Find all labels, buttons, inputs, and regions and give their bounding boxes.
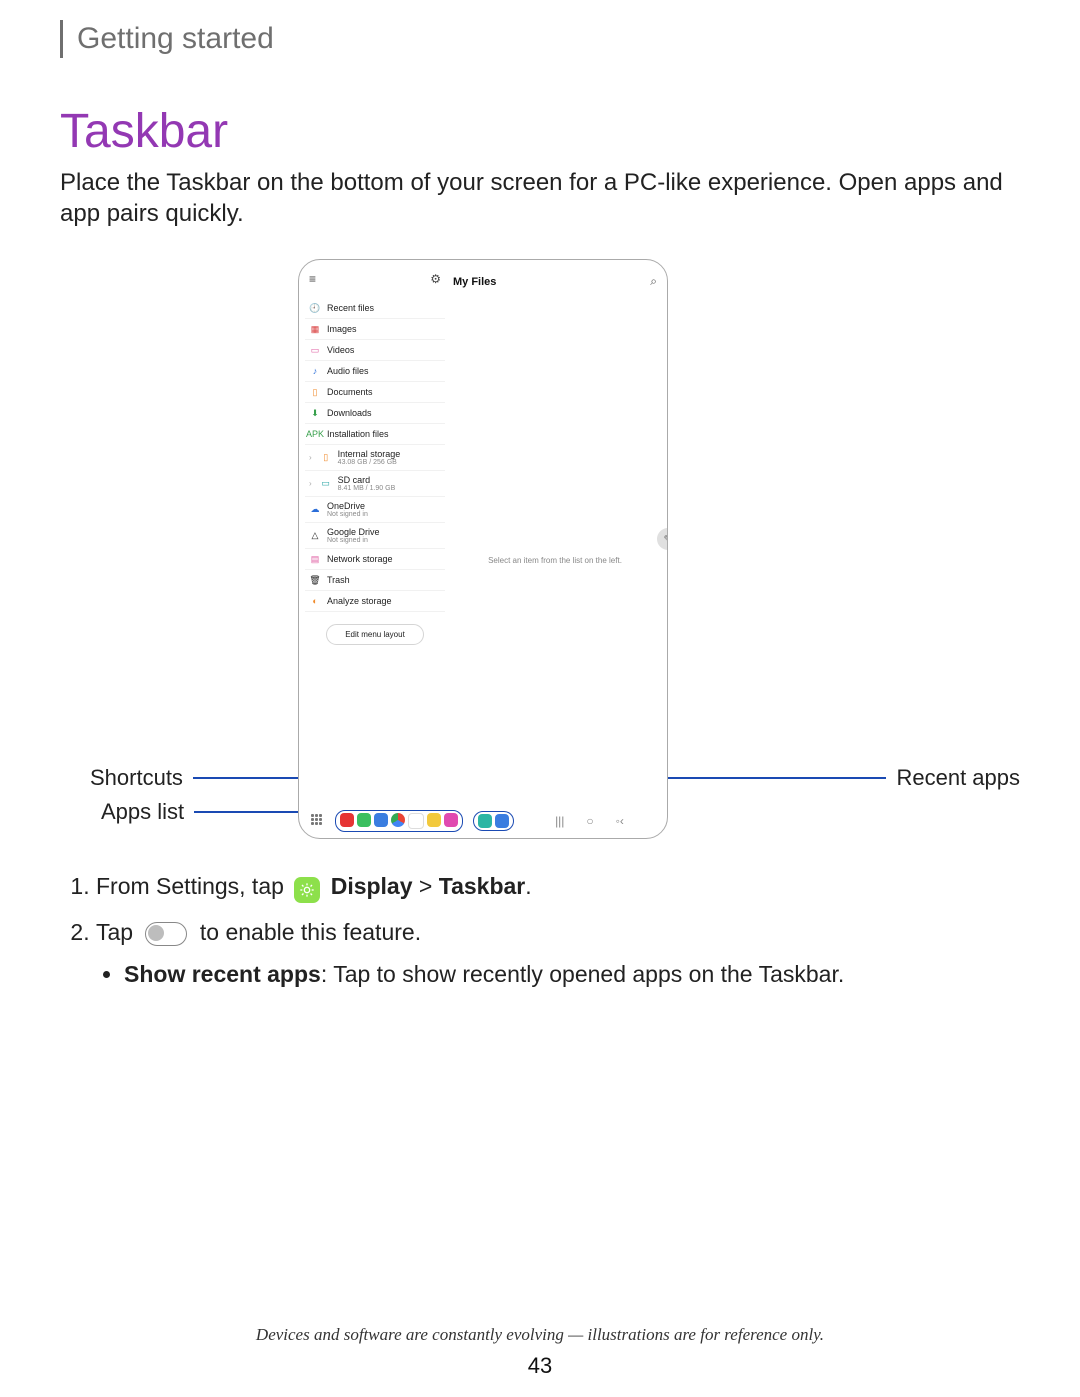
step-2-text-a: Tap xyxy=(96,919,133,945)
step-1-display-label: Display xyxy=(331,873,413,899)
sidebar-item: △Google DriveNot signed in xyxy=(305,523,445,549)
lead-paragraph: Place the Taskbar on the bottom of your … xyxy=(60,167,1020,229)
breadcrumb-bar xyxy=(60,20,63,58)
taskbar-recent-icon xyxy=(478,814,492,828)
nav-home-icon: ○ xyxy=(586,814,593,828)
page-number: 43 xyxy=(0,1353,1080,1379)
callout-apps-list-label: Apps list xyxy=(101,799,184,825)
taskbar-app-icon xyxy=(408,813,424,829)
hamburger-icon: ≡ xyxy=(309,272,316,286)
sidebar-item: APKInstallation files xyxy=(305,424,445,445)
toggle-switch-icon xyxy=(145,922,187,946)
step-1-taskbar-label: Taskbar xyxy=(439,873,526,899)
bullet-strong: Show recent apps xyxy=(124,961,321,987)
taskbar-app-icon xyxy=(444,813,458,827)
callout-recent-apps: Recent apps xyxy=(650,765,1020,791)
nav-recents-icon: ||| xyxy=(555,814,564,828)
myfiles-title: My Files xyxy=(453,276,496,288)
sidebar-item: ▭Videos xyxy=(305,340,445,361)
settings-gear-icon: ⚙ xyxy=(430,272,441,286)
taskbar-app-icon xyxy=(357,813,371,827)
sidebar-item: ⬇Downloads xyxy=(305,403,445,424)
taskbar-app-icon xyxy=(391,813,405,827)
display-settings-icon xyxy=(294,877,320,903)
search-icon: ⌕ xyxy=(650,274,657,289)
sidebar-item: 🗑Trash xyxy=(305,570,445,591)
sidebar-item: 🕘Recent files xyxy=(305,298,445,319)
myfiles-sidebar: ≡ ⚙ 🕘Recent files▦Images▭Videos♪Audio fi… xyxy=(305,266,445,808)
callout-line xyxy=(194,811,314,813)
bullet-rest: : Tap to show recently opened apps on th… xyxy=(321,961,844,987)
callout-recent-apps-label: Recent apps xyxy=(896,765,1020,791)
sidebar-item: ›▯Internal storage43.08 GB / 256 GB xyxy=(305,445,445,471)
callout-shortcuts-label: Shortcuts xyxy=(90,765,183,791)
edit-menu-layout-button: Edit menu layout xyxy=(326,624,424,645)
sidebar-item: ›▭SD card8.41 MB / 1.90 GB xyxy=(305,471,445,497)
taskbar-recent-group xyxy=(473,811,514,831)
nav-bar: ||| ○ ◦‹ xyxy=(518,814,661,828)
sidebar-item: ☁OneDriveNot signed in xyxy=(305,497,445,523)
sidebar-item: ▤Network storage xyxy=(305,549,445,570)
taskbar-shortcuts-group xyxy=(335,810,463,832)
taskbar-recent-icon xyxy=(495,814,509,828)
device-screenshot: ≡ ⚙ 🕘Recent files▦Images▭Videos♪Audio fi… xyxy=(298,259,668,839)
illustration: Shortcuts Apps list Recent apps ≡ ⚙ 🕘Rec… xyxy=(60,259,1020,849)
taskbar-app-icon xyxy=(427,813,441,827)
apps-list-icon xyxy=(311,814,325,828)
content-empty-hint: Select an item from the list on the left… xyxy=(449,556,661,565)
sidebar-item: ◐Analyze storage xyxy=(305,591,445,612)
step-1-text-a: From Settings, tap xyxy=(96,873,284,899)
step-2: Tap to enable this feature. Show recent … xyxy=(96,915,1020,992)
breadcrumb: Getting started xyxy=(60,0,1020,58)
footnote: Devices and software are constantly evol… xyxy=(0,1325,1080,1345)
instruction-steps: From Settings, tap Display > Taskbar. Ta… xyxy=(60,869,1020,992)
step-2-sublist: Show recent apps: Tap to show recently o… xyxy=(96,957,1020,993)
step-1-sep: > xyxy=(419,873,439,899)
sidebar-item: ▦Images xyxy=(305,319,445,340)
myfiles-content: My Files ⌕ Select an item from the list … xyxy=(449,266,661,808)
nav-back-icon: ◦‹ xyxy=(616,814,624,828)
sidebar-top: ≡ ⚙ xyxy=(305,266,445,298)
taskbar-app-icon xyxy=(340,813,354,827)
device-taskbar: ||| ○ ◦‹ xyxy=(305,810,661,832)
sidebar-item: ▯Documents xyxy=(305,382,445,403)
step-2-bullet: Show recent apps: Tap to show recently o… xyxy=(124,957,1020,993)
page-title: Taskbar xyxy=(60,104,1020,159)
callout-apps-list: Apps list xyxy=(101,799,314,825)
taskbar-app-icon xyxy=(374,813,388,827)
breadcrumb-text: Getting started xyxy=(77,22,274,56)
step-1: From Settings, tap Display > Taskbar. xyxy=(96,869,1020,905)
callout-line xyxy=(650,777,886,779)
step-2-text-b: to enable this feature. xyxy=(200,919,421,945)
sidebar-item: ♪Audio files xyxy=(305,361,445,382)
step-1-period: . xyxy=(525,873,531,899)
